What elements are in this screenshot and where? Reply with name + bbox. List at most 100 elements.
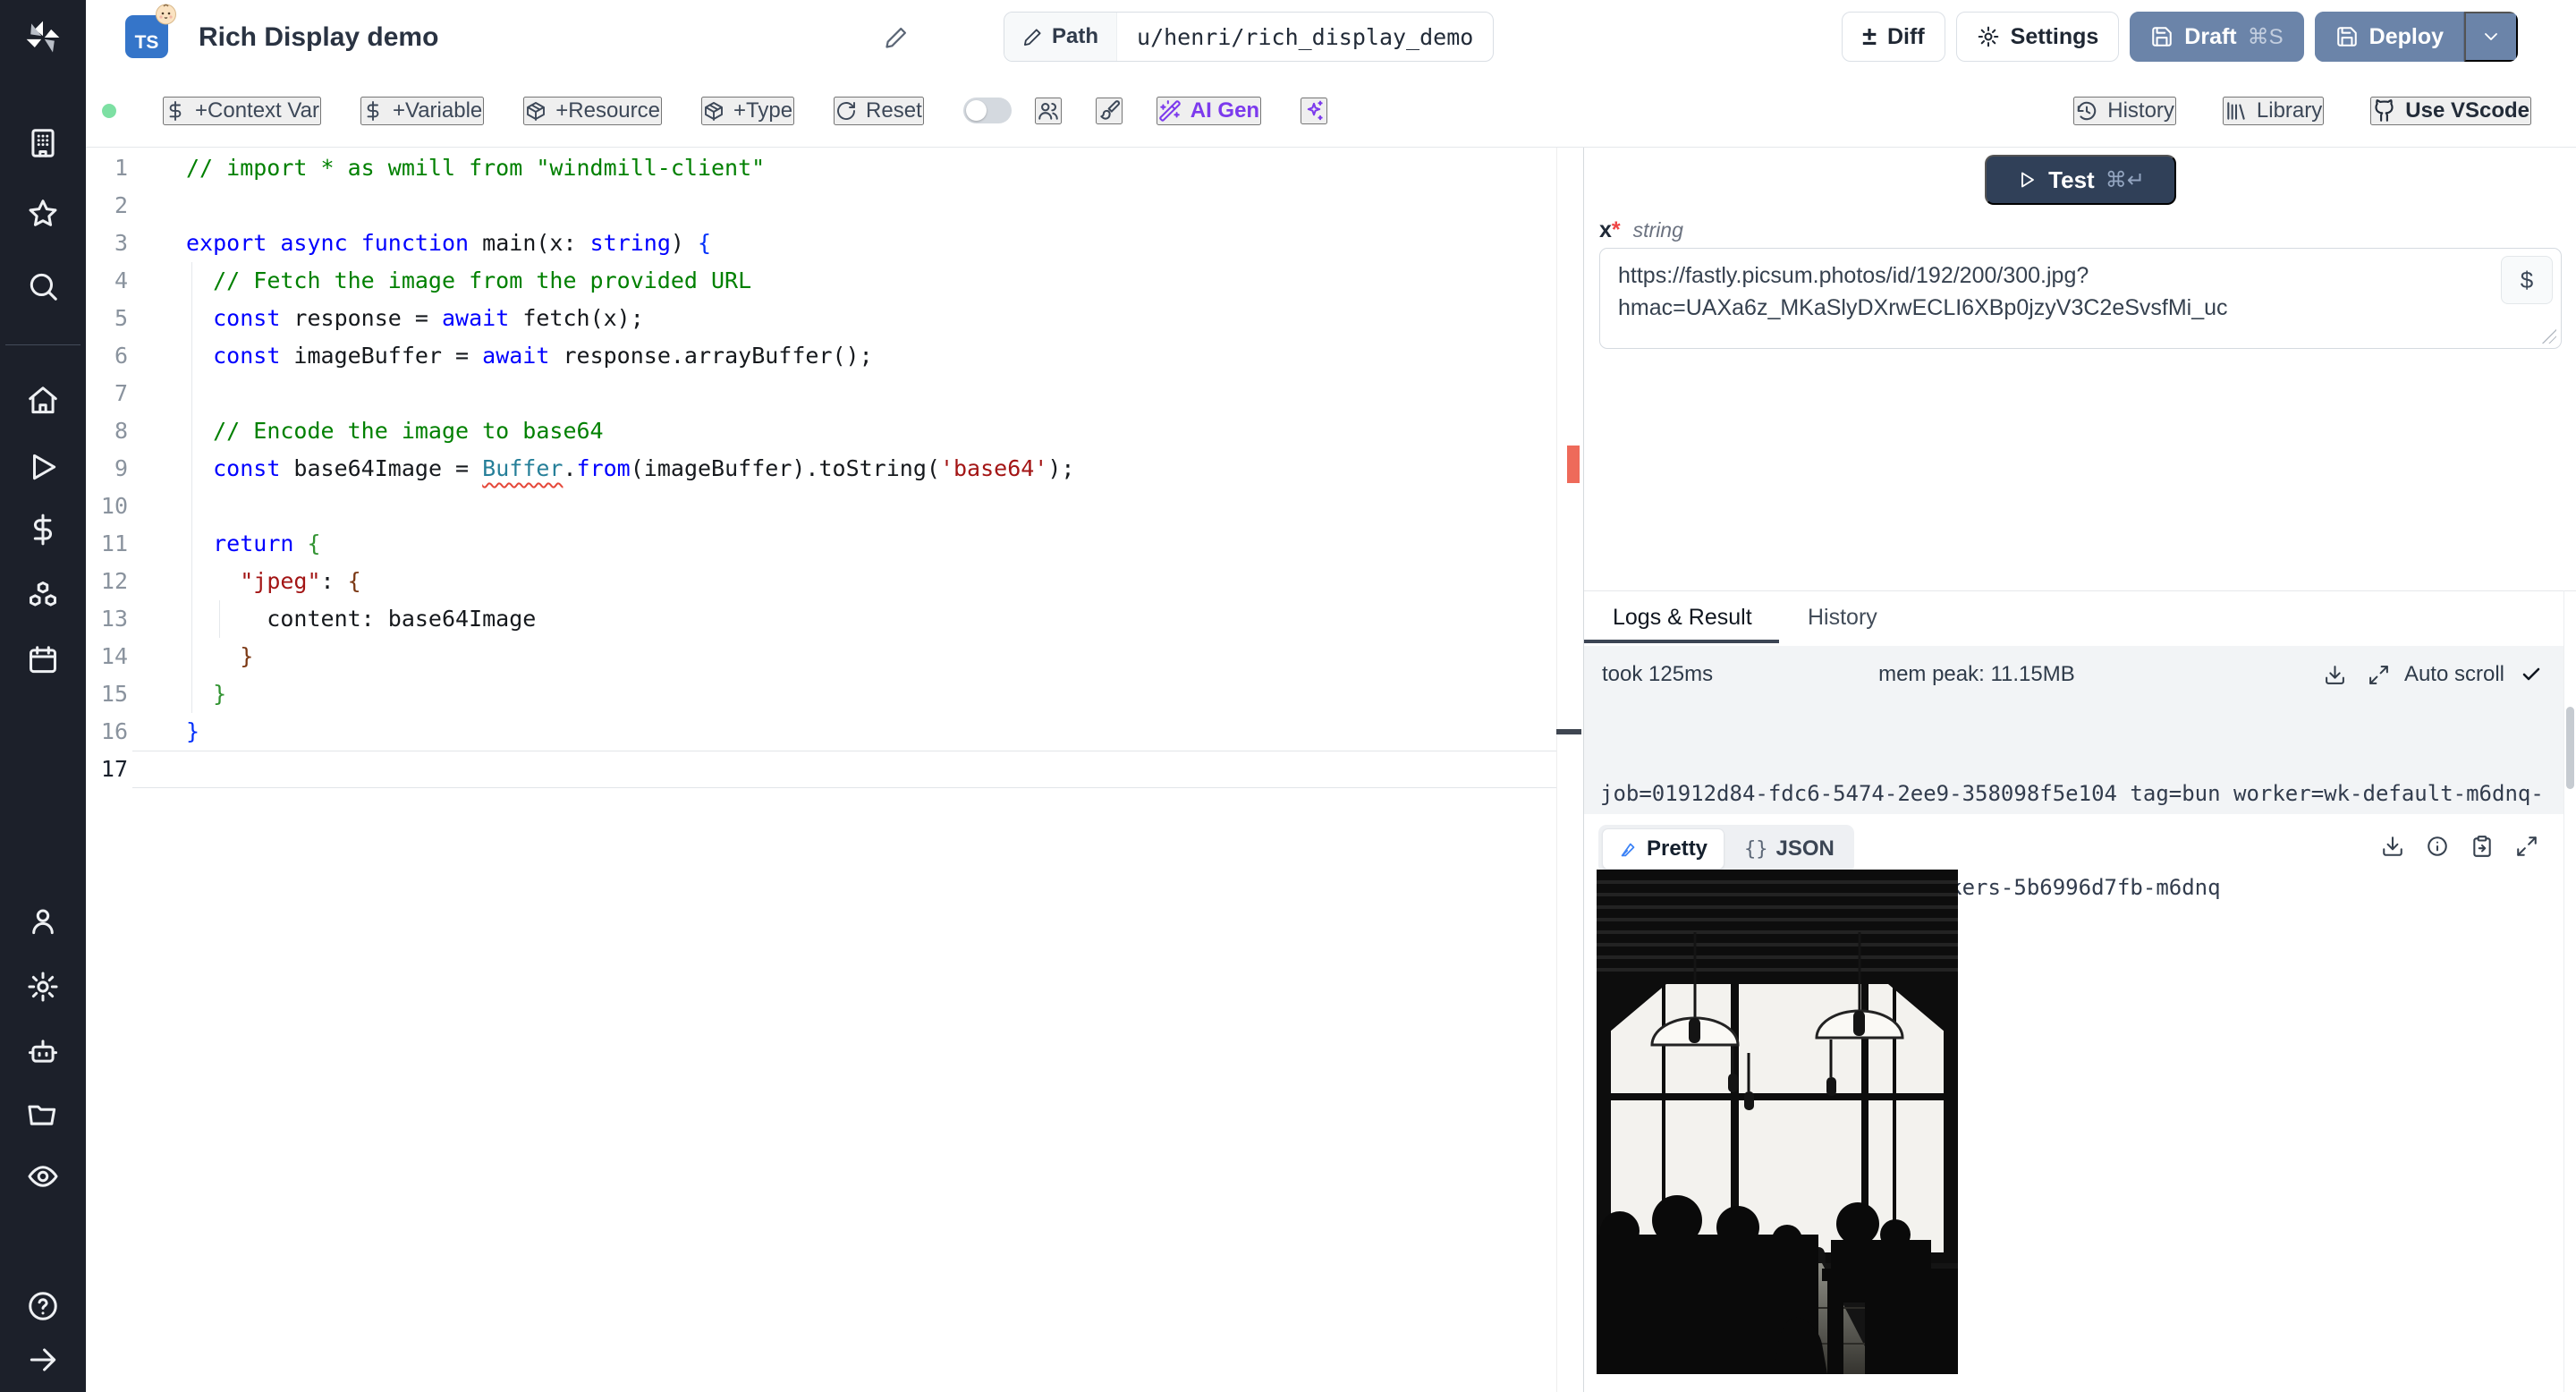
workspace-icon[interactable] <box>26 126 60 160</box>
info-icon[interactable] <box>2426 835 2449 858</box>
ai-gen-button[interactable]: AI Gen <box>1156 96 1262 125</box>
header: TS Rich Display demo Path u/henri/rich_d… <box>86 0 2576 74</box>
play-icon <box>2021 172 2035 188</box>
code-line[interactable]: 15 } <box>86 675 1583 713</box>
draft-button[interactable]: Draft ⌘S <box>2130 12 2304 62</box>
code-line[interactable]: 1 // import * as wmill from "windmill-cli… <box>86 149 1583 187</box>
duration-text: took 125ms <box>1602 662 1714 686</box>
code-editor[interactable]: 1 // import * as wmill from "windmill-cli… <box>86 148 1583 1392</box>
code-text: return { <box>213 530 321 556</box>
add-context-var-button[interactable]: +Context Var <box>163 96 321 125</box>
script-path-chip[interactable]: Path u/henri/rich_display_demo <box>1004 12 1495 62</box>
code-line[interactable]: 10 <box>86 488 1583 525</box>
deploy-split-button: Deploy <box>2314 12 2518 62</box>
help-icon[interactable] <box>26 1289 60 1323</box>
page-title: Rich Display demo <box>199 21 439 52</box>
code-line[interactable]: 7 <box>86 375 1583 412</box>
expand-sidebar-arrow-icon[interactable] <box>26 1343 60 1377</box>
expand-logs-icon[interactable] <box>2368 664 2390 686</box>
code-line[interactable]: 8 // Encode the image to base64 <box>86 412 1583 450</box>
wand-sparkles-icon <box>1158 99 1181 122</box>
settings-gear-icon[interactable] <box>26 970 60 1004</box>
sidebar-divider <box>5 344 80 345</box>
argument-input[interactable]: https://fastly.picsum.photos/id/192/200/… <box>1599 248 2562 349</box>
history-button[interactable]: History <box>2073 96 2176 125</box>
path-label: Path <box>1052 24 1099 48</box>
type-label: +Type <box>733 98 793 123</box>
toggle-knob <box>965 100 987 121</box>
home-icon[interactable] <box>26 384 60 418</box>
favorites-star-icon[interactable] <box>26 197 60 231</box>
code-line[interactable]: 16} <box>86 713 1583 751</box>
logs-result-tabs: Logs & Result History <box>1584 592 2576 646</box>
line-number: 2 <box>114 192 128 218</box>
fullscreen-result-icon[interactable] <box>2515 835 2538 858</box>
windmill-logo-icon[interactable] <box>23 18 63 57</box>
logs-container: took 125ms mem peak: 11.15MB Auto scroll… <box>1584 646 2563 900</box>
argument-value[interactable]: https://fastly.picsum.photos/id/192/200/… <box>1618 259 2480 324</box>
tab-pretty[interactable]: Pretty <box>1602 828 1725 870</box>
result-image[interactable] <box>1597 870 1958 1374</box>
users-icon[interactable] <box>26 904 60 938</box>
insert-variable-button[interactable]: $ <box>2501 256 2553 304</box>
quill-icon <box>1621 843 1635 857</box>
code-line[interactable]: 17 <box>86 751 1583 788</box>
search-icon[interactable] <box>26 269 60 303</box>
edit-summary-pencil-icon[interactable] <box>884 25 909 50</box>
reset-button[interactable]: Reset <box>834 96 924 125</box>
deploy-dropdown-button[interactable] <box>2464 12 2518 62</box>
sparkles-button[interactable] <box>1301 97 1328 124</box>
folders-icon[interactable] <box>26 1097 60 1131</box>
code-line[interactable]: 12 "jpeg": { <box>86 563 1583 600</box>
schedules-calendar-icon[interactable] <box>26 643 60 677</box>
add-type-button[interactable]: +Type <box>701 96 795 125</box>
check-icon[interactable] <box>2521 664 2542 685</box>
deploy-button[interactable]: Deploy <box>2314 12 2464 62</box>
tab-logs-result[interactable]: Logs & Result <box>1613 592 1752 642</box>
add-variable-button[interactable]: +Variable <box>360 96 485 125</box>
code-line[interactable]: 5 const response = await fetch(x); <box>86 300 1583 337</box>
code-line[interactable]: 4 // Fetch the image from the provided U… <box>86 262 1583 300</box>
line-number: 7 <box>114 380 128 406</box>
tab-history[interactable]: History <box>1808 592 1877 642</box>
line-number: 9 <box>114 455 128 481</box>
code-text: const response = await fetch(x); <box>213 305 644 331</box>
code-line[interactable]: 6 const imageBuffer = await response.arr… <box>86 337 1583 375</box>
resize-grip[interactable] <box>2542 329 2556 344</box>
code-line[interactable]: 14 } <box>86 638 1583 675</box>
code-line[interactable]: 11 return { <box>86 525 1583 563</box>
copy-clipboard-icon[interactable] <box>2470 835 2494 858</box>
auto-scroll-label[interactable]: Auto scroll <box>2404 662 2504 687</box>
panel-scrollbar-track <box>2563 590 2564 1392</box>
code-line[interactable]: 9 const base64Image = Buffer.from(imageB… <box>86 450 1583 488</box>
workers-robot-icon[interactable] <box>26 1034 60 1068</box>
code-line[interactable]: 3 export async function main(x: string) { <box>86 225 1583 262</box>
download-result-icon[interactable] <box>2381 835 2404 858</box>
script-emoji <box>154 2 178 26</box>
settings-label: Settings <box>2010 23 2099 49</box>
library-button[interactable]: Library <box>2222 96 2325 125</box>
assistant-toggle[interactable] <box>962 98 1012 123</box>
code-line[interactable]: 2 <box>86 187 1583 225</box>
tab-json[interactable]: {} JSON <box>1728 828 1851 870</box>
download-logs-icon[interactable] <box>2324 664 2346 686</box>
header-actions: ± Diff Settings Draft ⌘S Deploy <box>1842 12 2518 62</box>
code-text: const imageBuffer = await response.array… <box>213 343 873 369</box>
test-button[interactable]: Test ⌘↵ <box>1985 155 2176 205</box>
variable-label: +Variable <box>392 98 483 123</box>
cursor-position-marker <box>1556 729 1581 734</box>
panel-scrollbar-thumb[interactable] <box>2566 707 2574 789</box>
runs-play-icon[interactable] <box>26 450 60 484</box>
resources-boxes-icon[interactable] <box>26 578 60 612</box>
audit-eye-icon[interactable] <box>26 1159 60 1193</box>
multiplayer-button[interactable] <box>1034 97 1062 124</box>
add-resource-button[interactable]: +Resource <box>523 96 662 125</box>
argument-label: x* string <box>1599 217 1683 243</box>
settings-button[interactable]: Settings <box>1955 12 2120 62</box>
logs-statusbar: took 125ms mem peak: 11.15MB Auto scroll <box>1584 646 2563 703</box>
code-line[interactable]: 13 content: base64Image <box>86 600 1583 638</box>
format-brush-button[interactable] <box>1095 97 1123 124</box>
diff-button[interactable]: ± Diff <box>1842 12 1945 62</box>
variables-dollar-icon[interactable] <box>26 513 60 547</box>
use-vscode-button[interactable]: Use VScode <box>2370 96 2531 125</box>
